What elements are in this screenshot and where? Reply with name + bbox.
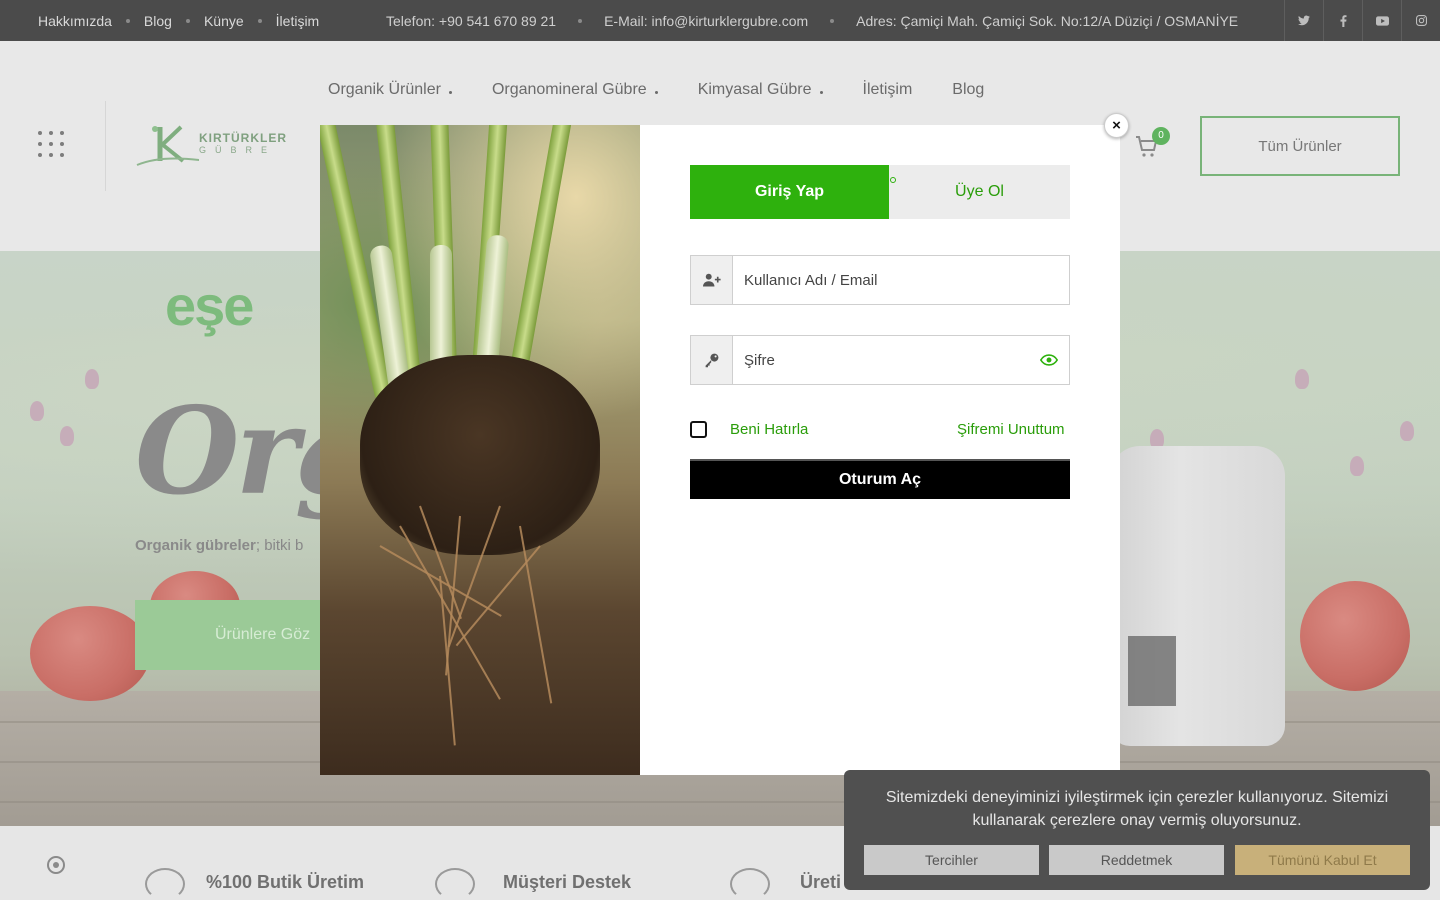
- cookie-message: Sitemizdeki deneyiminizi iyileştirmek iç…: [885, 789, 1389, 829]
- password-field: [690, 335, 1070, 385]
- remember-me: Beni Hatırla: [690, 421, 808, 438]
- top-bar: Hakkımızda Blog Künye İletişim Telefon: …: [0, 0, 1440, 41]
- jug-label: [1128, 636, 1176, 706]
- plant-roots-image: [320, 125, 640, 775]
- nav-label: İletişim: [862, 81, 913, 98]
- top-link-about[interactable]: Hakkımızda: [38, 13, 112, 29]
- product-jug-image: [1110, 446, 1285, 746]
- address-text: Adres: Çamiçi Mah. Çamiçi Sok. No:12/A D…: [856, 12, 1239, 29]
- leaf-icon: [145, 868, 185, 900]
- cart-count-badge: 0: [1152, 127, 1170, 145]
- logo-name: KIRTÜRKLER: [199, 131, 287, 145]
- separator-dot: [830, 18, 835, 23]
- tomato-decoration: [1300, 581, 1410, 691]
- cookie-reject-button[interactable]: Reddetmek: [1049, 845, 1224, 875]
- separator-dot: [257, 18, 262, 23]
- separator-dot: [578, 18, 583, 23]
- dropdown-dot-icon: [654, 90, 658, 94]
- tab-login[interactable]: Giriş Yap: [690, 165, 889, 219]
- login-modal: Giriş Yap Üye Ol Beni Hatırla Şifremi Un…: [320, 125, 1120, 775]
- logo-subtitle: GÜBRE: [199, 145, 277, 155]
- nav-item-blog[interactable]: Blog: [952, 81, 984, 99]
- flower-decoration: [1295, 369, 1309, 389]
- support-icon: [435, 868, 475, 900]
- feature-production: Üreti: [800, 872, 842, 892]
- twitter-icon[interactable]: [1284, 0, 1323, 41]
- show-password-eye-icon[interactable]: [1029, 336, 1069, 384]
- tab-register[interactable]: Üye Ol: [889, 165, 1070, 219]
- key-icon: [691, 336, 733, 384]
- flower-decoration: [1350, 456, 1364, 476]
- nav-label: Blog: [952, 81, 985, 98]
- login-submit-button[interactable]: Oturum Aç: [690, 459, 1070, 499]
- flower-decoration: [60, 426, 74, 446]
- hero-tagline: Organik gübreler; bitki b: [135, 537, 303, 554]
- flower-decoration: [30, 401, 44, 421]
- remember-checkbox[interactable]: [690, 421, 707, 438]
- email-text[interactable]: E-Mail: info@kirturklergubre.com: [604, 13, 808, 29]
- username-input[interactable]: [733, 256, 1069, 304]
- cookie-preferences-button[interactable]: Tercihler: [864, 845, 1039, 875]
- user-plus-icon: [691, 256, 733, 304]
- truck-icon: [730, 868, 770, 900]
- cookie-accept-all-button[interactable]: Tümünü Kabul Et: [1235, 845, 1410, 875]
- flower-decoration: [1400, 421, 1414, 441]
- auth-tabs: Giriş Yap Üye Ol: [690, 165, 1070, 219]
- separator-dot: [125, 18, 130, 23]
- nav-item-organic[interactable]: Organik Ürünler: [328, 81, 452, 99]
- social-links: [1284, 0, 1440, 41]
- hero-brand-logo: eşe: [165, 274, 254, 337]
- facebook-icon[interactable]: [1323, 0, 1362, 41]
- top-link-contact[interactable]: İletişim: [276, 13, 320, 29]
- nav-item-contact[interactable]: İletişim: [863, 81, 913, 99]
- instagram-icon[interactable]: [1401, 0, 1440, 41]
- top-link-blog[interactable]: Blog: [144, 13, 172, 29]
- site-logo[interactable]: KIRTÜRKLER GÜBRE: [135, 121, 295, 169]
- tab-indicator-dot: [890, 177, 896, 183]
- tomato-decoration: [30, 606, 150, 701]
- nav-label: Organomineral Gübre: [491, 81, 647, 98]
- separator-dot: [185, 18, 190, 23]
- tagline-rest: ; bitki b: [255, 537, 304, 554]
- hero-cta-button[interactable]: Ürünlere Göz: [135, 600, 335, 670]
- scroll-indicator-icon[interactable]: [47, 856, 65, 874]
- cart-button[interactable]: 0: [1135, 127, 1170, 165]
- username-field: [690, 255, 1070, 305]
- dropdown-dot-icon: [819, 90, 823, 94]
- youtube-icon[interactable]: [1362, 0, 1401, 41]
- password-input[interactable]: [733, 336, 1029, 384]
- phone-text[interactable]: Telefon: +90 541 670 89 21: [386, 13, 556, 29]
- nav-label: Organik Ürünler: [328, 81, 441, 98]
- close-icon[interactable]: ×: [1104, 113, 1129, 138]
- feature-support: Müşteri Destek: [503, 872, 632, 892]
- main-nav: Organik Ürünler Organomineral Gübre Kimy…: [328, 81, 1024, 99]
- nav-item-organomineral[interactable]: Organomineral Gübre: [492, 81, 658, 99]
- menu-grid-icon[interactable]: [38, 131, 64, 157]
- all-products-button[interactable]: Tüm Ürünler: [1200, 116, 1400, 176]
- logo-mark-icon: [136, 125, 199, 166]
- top-links: Hakkımızda Blog Künye İletişim: [38, 0, 319, 41]
- tagline-bold: Organik gübreler: [135, 537, 256, 554]
- nav-label: Kimyasal Gübre: [697, 81, 812, 98]
- remember-label[interactable]: Beni Hatırla: [730, 421, 808, 438]
- dropdown-dot-icon: [448, 90, 452, 94]
- cookie-banner: Sitemizdeki deneyiminizi iyileştirmek iç…: [844, 770, 1430, 890]
- contact-info: Telefon: +90 541 670 89 21 E-Mail: info@…: [386, 0, 1238, 41]
- header-divider: [105, 101, 106, 191]
- forgot-password-link[interactable]: Şifremi Unuttum: [957, 421, 1065, 438]
- flower-decoration: [85, 369, 99, 389]
- feature-boutique: %100 Butik Üretim: [206, 872, 365, 892]
- top-link-imprint[interactable]: Künye: [204, 13, 244, 29]
- nav-item-chemical[interactable]: Kimyasal Gübre: [698, 81, 823, 99]
